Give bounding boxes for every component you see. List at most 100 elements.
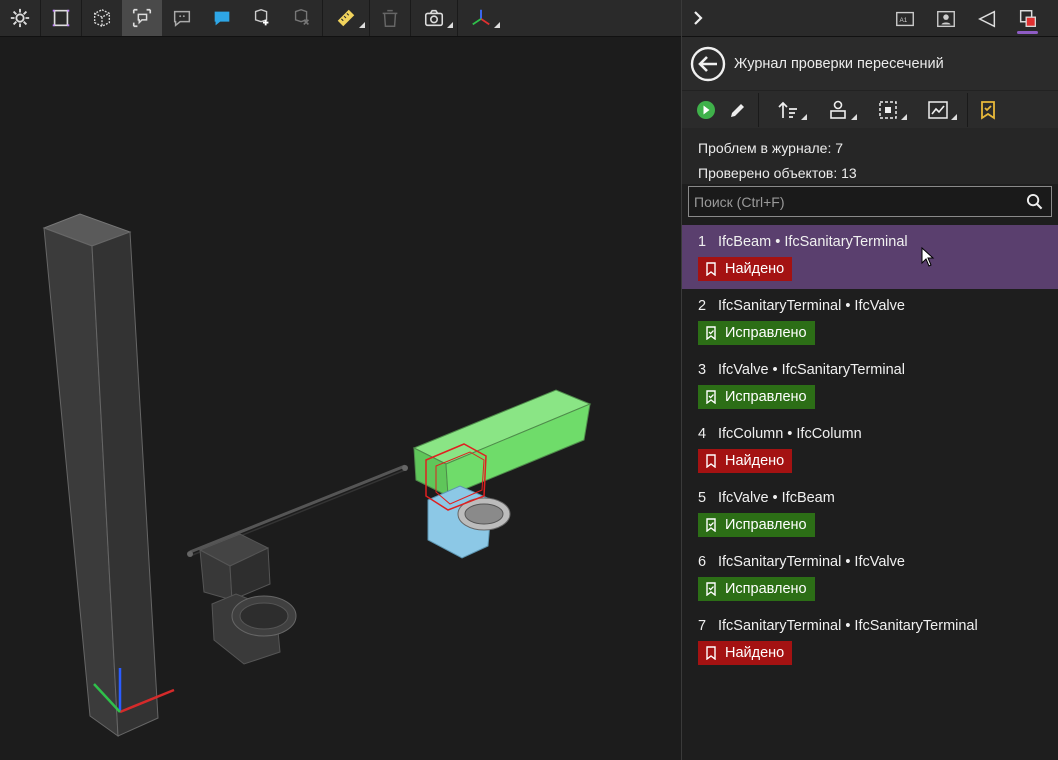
comment-filled-button[interactable] — [202, 0, 242, 36]
bookmark-check-button[interactable] — [972, 94, 1004, 126]
bookmark-check-icon — [706, 582, 716, 596]
problems-count: Проблем в журнале: 7 — [698, 140, 844, 156]
panel-title: Журнал проверки пересечений — [734, 55, 944, 72]
camera-button[interactable] — [411, 0, 457, 36]
3d-scene[interactable] — [0, 38, 681, 760]
status-label: Исправлено — [725, 325, 807, 341]
selection-box-icon — [879, 100, 897, 119]
issue-pair: IfcSanitaryTerminal • IfcValve — [718, 298, 905, 314]
bookmark-icon — [706, 262, 716, 276]
ifc-column-model[interactable] — [42, 213, 159, 738]
chart-icon — [928, 100, 948, 119]
bookmark-icon — [706, 454, 716, 468]
issue-title: 7 IfcSanitaryTerminal • IfcSanitaryTermin… — [698, 618, 1058, 638]
clash-icon — [1019, 9, 1036, 27]
sort-button[interactable] — [763, 94, 813, 126]
run-check-button[interactable] — [690, 94, 722, 126]
status-badge[interactable]: Найдено — [698, 257, 793, 281]
status-badge[interactable]: Исправлено — [698, 513, 815, 537]
search-box — [688, 186, 1052, 217]
measure-button[interactable] — [323, 0, 369, 36]
filter-button[interactable] — [813, 94, 863, 126]
stats-block: Проблем в журнале: 7 Проверено объектов:… — [682, 128, 1058, 184]
3d-viewport[interactable] — [0, 0, 681, 760]
chart-button[interactable] — [913, 94, 963, 126]
issue-pair: IfcBeam • IfcSanitaryTerminal — [718, 234, 908, 250]
mouse-cursor-icon — [921, 247, 935, 267]
triangle-flag-icon — [977, 9, 995, 28]
issue-row[interactable]: 4 IfcColumn • IfcColumn Найдено — [682, 417, 1058, 481]
camera-icon — [424, 9, 444, 27]
issue-pair: IfcValve • IfcSanitaryTerminal — [718, 362, 905, 378]
user-card-icon — [936, 10, 955, 27]
panel-header: Журнал проверки пересечений — [682, 37, 1058, 90]
add-to-group-icon — [254, 9, 269, 26]
issue-row[interactable]: 1 IfcBeam • IfcSanitaryTerminal Найдено — [682, 225, 1058, 289]
viewport-toolbar — [0, 0, 681, 37]
status-badge[interactable]: Найдено — [698, 449, 793, 473]
issue-row[interactable]: 6 IfcSanitaryTerminal • IfcValve Исправлен… — [682, 545, 1058, 609]
search-icon[interactable] — [1026, 193, 1043, 210]
status-badge[interactable]: Найдено — [698, 641, 793, 665]
comment-frame-button[interactable] — [122, 0, 162, 36]
back-arrow-icon[interactable] — [690, 46, 726, 82]
panel-action-bar — [682, 90, 1058, 128]
wireframe-cube-icon — [93, 8, 111, 28]
issue-title: 4 IfcColumn • IfcColumn — [698, 426, 1058, 446]
issue-pair: IfcColumn • IfcColumn — [718, 426, 862, 442]
remove-from-group-button[interactable] — [282, 0, 322, 36]
wireframe-button[interactable] — [82, 0, 122, 36]
comment-frame-icon — [132, 8, 152, 28]
status-badge[interactable]: Исправлено — [698, 385, 815, 409]
issue-title: 1 IfcBeam • IfcSanitaryTerminal — [698, 234, 1058, 254]
settings-button[interactable] — [0, 0, 40, 36]
status-badge[interactable]: Исправлено — [698, 321, 815, 345]
comment-icon — [173, 10, 191, 27]
add-to-group-button[interactable] — [242, 0, 282, 36]
status-label: Найдено — [725, 453, 785, 469]
select-area-button[interactable] — [863, 94, 913, 126]
issue-row[interactable]: 2 IfcSanitaryTerminal • IfcValve Исправлен… — [682, 289, 1058, 353]
user-filter-icon — [830, 100, 846, 119]
issue-number: 6 — [698, 554, 707, 570]
status-badge[interactable]: Исправлено — [698, 577, 815, 601]
clash-panel: A1 Журнал проверки пересечений Проблем в… — [681, 0, 1058, 760]
checked-count: Проверено объектов: 13 — [698, 165, 857, 181]
issue-number: 3 — [698, 362, 707, 378]
triangle-flag-tab[interactable] — [966, 0, 1007, 37]
issue-number: 1 — [698, 234, 707, 250]
comment-button[interactable] — [162, 0, 202, 36]
issue-title: 6 IfcSanitaryTerminal • IfcValve — [698, 554, 1058, 574]
bookmark-icon — [706, 646, 716, 660]
chevron-right-icon[interactable] — [688, 8, 708, 28]
issue-row[interactable]: 3 IfcValve • IfcSanitaryTerminal Исправлен… — [682, 353, 1058, 417]
pencil-icon — [731, 103, 744, 117]
search-input[interactable] — [689, 187, 1051, 216]
user-card-tab[interactable] — [925, 0, 966, 37]
ifc-beam-model[interactable] — [412, 389, 592, 497]
issue-pair: IfcSanitaryTerminal • IfcSanitaryTermina… — [718, 618, 978, 634]
section-box-button[interactable] — [41, 0, 81, 36]
clash-tab[interactable] — [1007, 0, 1048, 37]
measure-icon — [337, 9, 355, 27]
issue-title: 2 IfcSanitaryTerminal • IfcValve — [698, 298, 1058, 318]
status-label: Найдено — [725, 645, 785, 661]
section-box-icon — [52, 9, 70, 27]
axes-button[interactable] — [458, 0, 504, 36]
issue-row[interactable]: 5 IfcValve • IfcBeam Исправлено — [682, 481, 1058, 545]
issue-row[interactable]: 7 IfcSanitaryTerminal • IfcSanitaryTermin… — [682, 609, 1058, 673]
ifc-sanitary-terminal-grey[interactable] — [198, 533, 297, 665]
panel-top-bar: A1 — [682, 0, 1058, 37]
bookmark-check-icon — [706, 518, 716, 532]
status-label: Исправлено — [725, 389, 807, 405]
issue-number: 5 — [698, 490, 707, 506]
remove-from-group-icon — [294, 9, 310, 26]
edit-button[interactable] — [722, 94, 754, 126]
status-label: Найдено — [725, 261, 785, 277]
play-icon — [697, 100, 715, 119]
delete-button[interactable] — [370, 0, 410, 36]
issue-title: 3 IfcValve • IfcSanitaryTerminal — [698, 362, 1058, 382]
issue-list: 1 IfcBeam • IfcSanitaryTerminal Найдено 2 If… — [682, 225, 1058, 673]
bookmark-check-icon — [981, 100, 995, 120]
ai-text-tab[interactable]: A1 — [884, 0, 925, 37]
